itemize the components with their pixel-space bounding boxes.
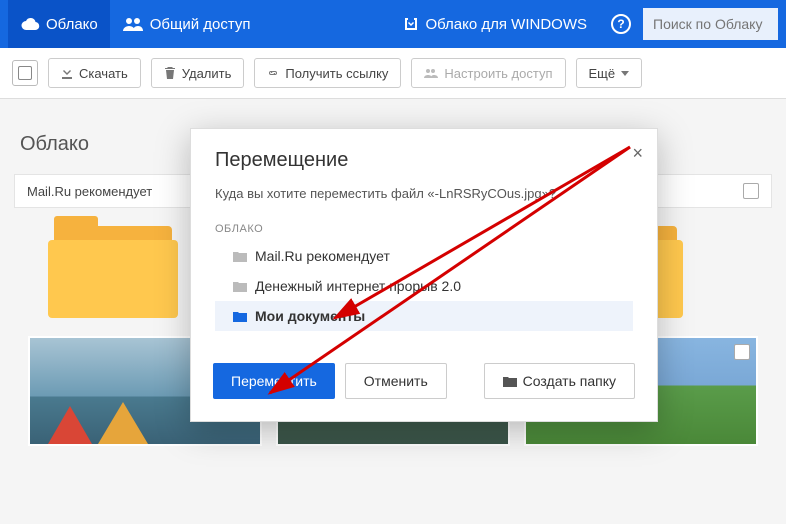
move-modal: × Перемещение Куда вы хотите переместить…	[190, 128, 658, 422]
tree-root-label: ОБЛАКО	[215, 223, 633, 235]
create-folder-label: Создать папку	[523, 373, 616, 389]
create-folder-button[interactable]: Создать папку	[484, 363, 635, 399]
tree-item-label: Денежный интернет прорыв 2.0	[255, 278, 461, 294]
tree-item-label: Мои документы	[255, 308, 365, 324]
tree-item-label: Mail.Ru рекомендует	[255, 248, 390, 264]
modal-question: Куда вы хотите переместить файл «-LnRSRy…	[215, 186, 633, 201]
folder-tree: Mail.Ru рекомендует Денежный интернет пр…	[215, 241, 633, 331]
modal-body: Куда вы хотите переместить файл «-LnRSRy…	[191, 180, 657, 347]
folder-plus-icon	[503, 376, 517, 387]
folder-small-icon	[233, 251, 247, 262]
move-button[interactable]: Переместить	[213, 363, 335, 399]
tree-item[interactable]: Mail.Ru рекомендует	[215, 241, 633, 271]
folder-small-icon	[233, 311, 247, 322]
modal-overlay: × Перемещение Куда вы хотите переместить…	[0, 0, 786, 524]
tree-item[interactable]: Денежный интернет прорыв 2.0	[215, 271, 633, 301]
close-icon: ×	[632, 143, 643, 163]
modal-footer: Переместить Отменить Создать папку	[191, 347, 657, 421]
modal-header: Перемещение	[191, 129, 657, 180]
modal-close-button[interactable]: ×	[632, 143, 643, 164]
modal-title: Перемещение	[215, 149, 633, 172]
folder-small-icon	[233, 281, 247, 292]
cancel-button[interactable]: Отменить	[345, 363, 447, 399]
tree-item-selected[interactable]: Мои документы	[215, 301, 633, 331]
